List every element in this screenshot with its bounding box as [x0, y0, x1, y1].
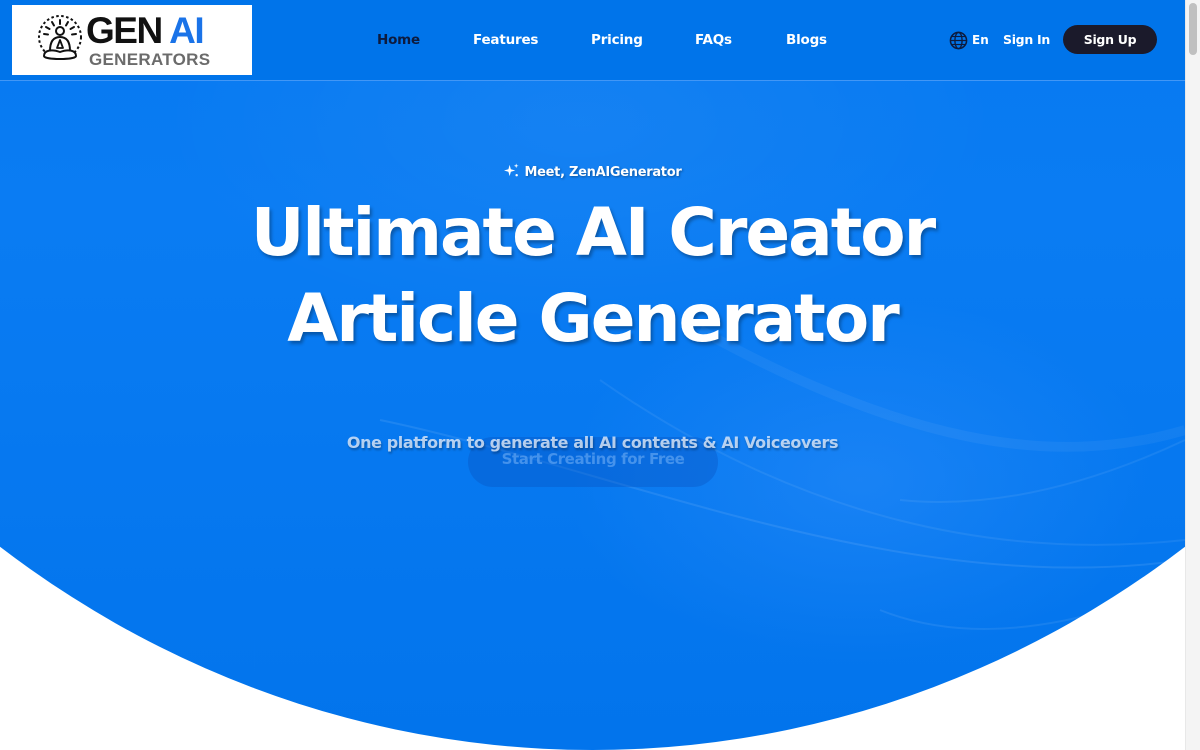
hero-title: Ultimate AI Creator Article Generator: [0, 190, 1185, 362]
logo-wordmark: GEN AI: [86, 9, 205, 53]
hero-background: [0, 0, 1185, 750]
hero-title-line-2: Article Generator: [287, 280, 900, 357]
logo-accent-text: AI: [169, 10, 205, 51]
scrollbar-thumb[interactable]: [1189, 3, 1197, 55]
sparkle-icon: [503, 163, 519, 177]
language-selector[interactable]: En: [949, 30, 989, 50]
logo-main-text: GEN: [86, 10, 163, 51]
meditating-person-icon: [38, 15, 82, 60]
site-header: GEN AI GENERATORS Home Features Pricing …: [0, 0, 1185, 81]
nav-blogs[interactable]: Blogs: [786, 30, 827, 50]
sign-in-link[interactable]: Sign In: [1003, 30, 1050, 50]
hero-title-line-1: Ultimate AI Creator: [250, 194, 936, 271]
logo-subtext: GENERATORS: [89, 50, 211, 69]
sign-up-button[interactable]: Sign Up: [1063, 25, 1157, 54]
globe-icon: [949, 31, 968, 49]
vertical-scrollbar[interactable]: [1185, 0, 1200, 750]
nav-features[interactable]: Features: [473, 30, 538, 50]
nav-pricing[interactable]: Pricing: [591, 30, 643, 50]
language-label: En: [972, 33, 989, 47]
hero-subtitle: One platform to generate all AI contents…: [346, 433, 839, 452]
logo[interactable]: GEN AI GENERATORS: [12, 5, 252, 75]
nav-faqs[interactable]: FAQs: [695, 30, 732, 50]
eyebrow-text: Meet, ZenAIGenerator: [524, 165, 682, 180]
hero-eyebrow: Meet, ZenAIGenerator: [0, 163, 1185, 180]
page: GEN AI GENERATORS Home Features Pricing …: [0, 0, 1185, 750]
nav-home[interactable]: Home: [377, 30, 420, 50]
